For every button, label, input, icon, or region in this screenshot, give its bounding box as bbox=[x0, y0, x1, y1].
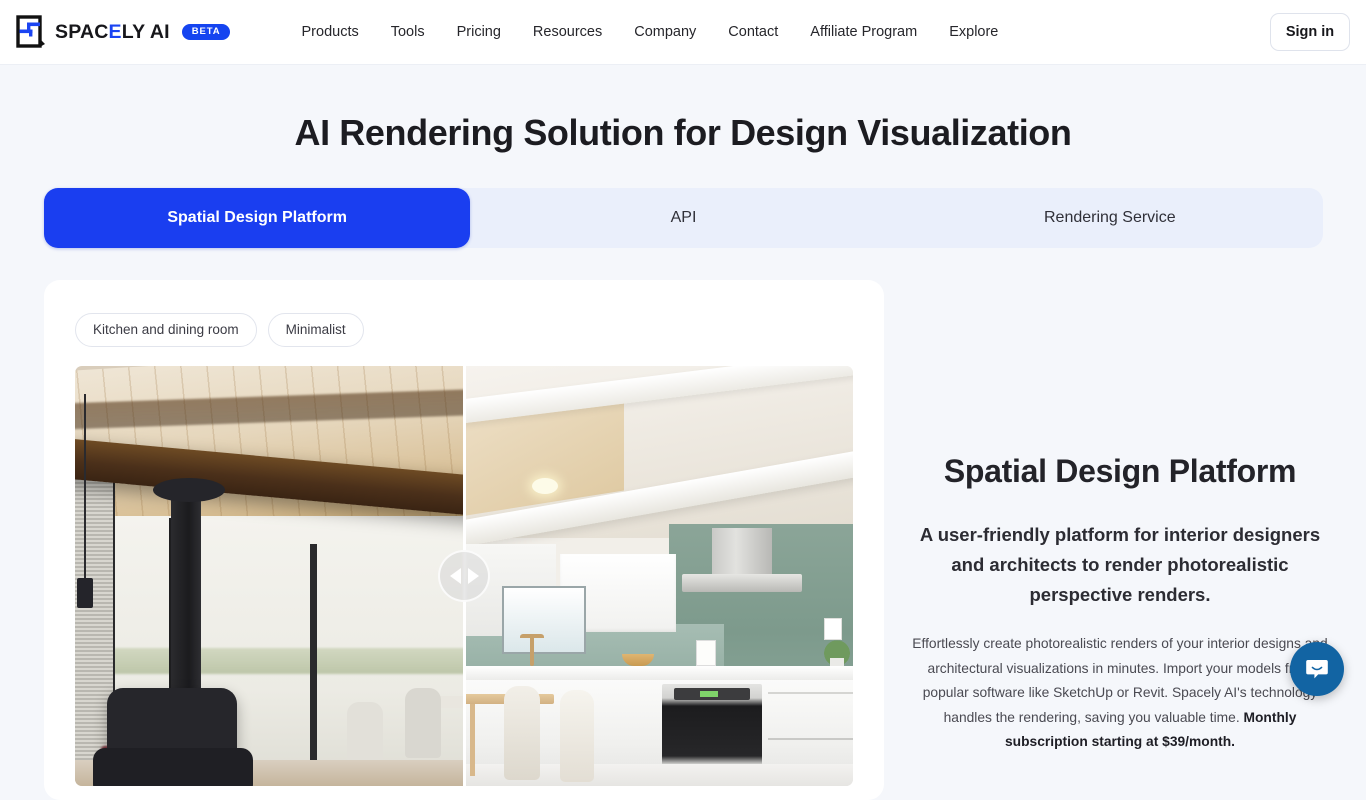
brand-name: SPACELY AI bbox=[55, 21, 170, 44]
brand-prefix: SPAC bbox=[55, 21, 109, 43]
nav-item-pricing[interactable]: Pricing bbox=[441, 16, 517, 48]
ceiling-spotlight bbox=[532, 478, 558, 494]
showcase-card: Kitchen and dining room Minimalist bbox=[44, 280, 884, 800]
nav-item-products[interactable]: Products bbox=[286, 16, 375, 48]
side-title: Spatial Design Platform bbox=[904, 452, 1336, 490]
pendant-lamp bbox=[77, 578, 93, 608]
window-mullion-right bbox=[310, 544, 317, 786]
tab-spatial-design-platform[interactable]: Spatial Design Platform bbox=[44, 188, 470, 248]
dining-table-leg bbox=[470, 704, 475, 776]
tab-rendering-service[interactable]: Rendering Service bbox=[897, 188, 1323, 248]
oven-display bbox=[700, 691, 718, 697]
chip-minimalist[interactable]: Minimalist bbox=[268, 313, 364, 347]
original-room-photo bbox=[75, 366, 464, 786]
primary-nav: Products Tools Pricing Resources Company… bbox=[286, 16, 1015, 48]
comparison-after-image bbox=[464, 366, 853, 786]
outdoor-hedge bbox=[111, 648, 464, 674]
brand-suffix: LY AI bbox=[122, 21, 170, 43]
brand-logo[interactable]: SPACELY AI BETA bbox=[16, 15, 230, 49]
page-title: AI Rendering Solution for Design Visuali… bbox=[0, 112, 1366, 154]
nav-item-tools[interactable]: Tools bbox=[375, 16, 441, 48]
countertop bbox=[464, 666, 853, 680]
counter-picture-frame bbox=[696, 640, 716, 666]
spacely-logo-icon bbox=[16, 15, 46, 49]
nav-item-resources[interactable]: Resources bbox=[517, 16, 618, 48]
black-column bbox=[171, 484, 201, 704]
lounge-chair-seat bbox=[93, 748, 253, 786]
drawer-line-upper bbox=[768, 692, 853, 694]
faucet-body bbox=[530, 636, 534, 666]
nav-item-explore[interactable]: Explore bbox=[933, 16, 1014, 48]
tab-api[interactable]: API bbox=[470, 188, 896, 248]
arrow-right-icon bbox=[468, 568, 479, 584]
beta-badge: BETA bbox=[182, 24, 230, 41]
chat-launcher-button[interactable] bbox=[1290, 642, 1344, 696]
dining-chair-render-2 bbox=[560, 690, 594, 782]
side-description: Effortlessly create photorealistic rende… bbox=[904, 632, 1336, 755]
side-content: Spatial Design Platform A user-friendly … bbox=[904, 452, 1336, 755]
ai-rendered-kitchen bbox=[464, 366, 853, 786]
column-cap bbox=[153, 478, 225, 502]
chat-bubble-icon bbox=[1303, 655, 1331, 683]
sign-in-button[interactable]: Sign in bbox=[1270, 13, 1350, 51]
nav-item-company[interactable]: Company bbox=[618, 16, 712, 48]
tag-chip-group: Kitchen and dining room Minimalist bbox=[75, 313, 364, 347]
pendant-wire bbox=[84, 394, 86, 580]
arrow-left-icon bbox=[450, 568, 461, 584]
comparison-slider-handle[interactable] bbox=[438, 550, 490, 602]
site-header: SPACELY AI BETA Products Tools Pricing R… bbox=[0, 0, 1366, 65]
dining-chair-original-2 bbox=[405, 688, 441, 758]
chip-kitchen-and-dining-room[interactable]: Kitchen and dining room bbox=[75, 313, 257, 347]
drawer-line-lower bbox=[768, 738, 853, 740]
side-subtitle: A user-friendly platform for interior de… bbox=[904, 520, 1336, 610]
range-hood-lip bbox=[682, 574, 802, 592]
comparison-before-image bbox=[75, 366, 464, 786]
kitchen-window-frame bbox=[502, 586, 586, 654]
nav-item-contact[interactable]: Contact bbox=[712, 16, 794, 48]
before-after-comparison[interactable] bbox=[75, 366, 853, 786]
brand-accent-letter: E bbox=[109, 21, 122, 43]
nav-item-affiliate-program[interactable]: Affiliate Program bbox=[794, 16, 933, 48]
dining-chair-render-1 bbox=[504, 686, 540, 780]
product-tabs: Spatial Design Platform API Rendering Se… bbox=[44, 188, 1323, 248]
